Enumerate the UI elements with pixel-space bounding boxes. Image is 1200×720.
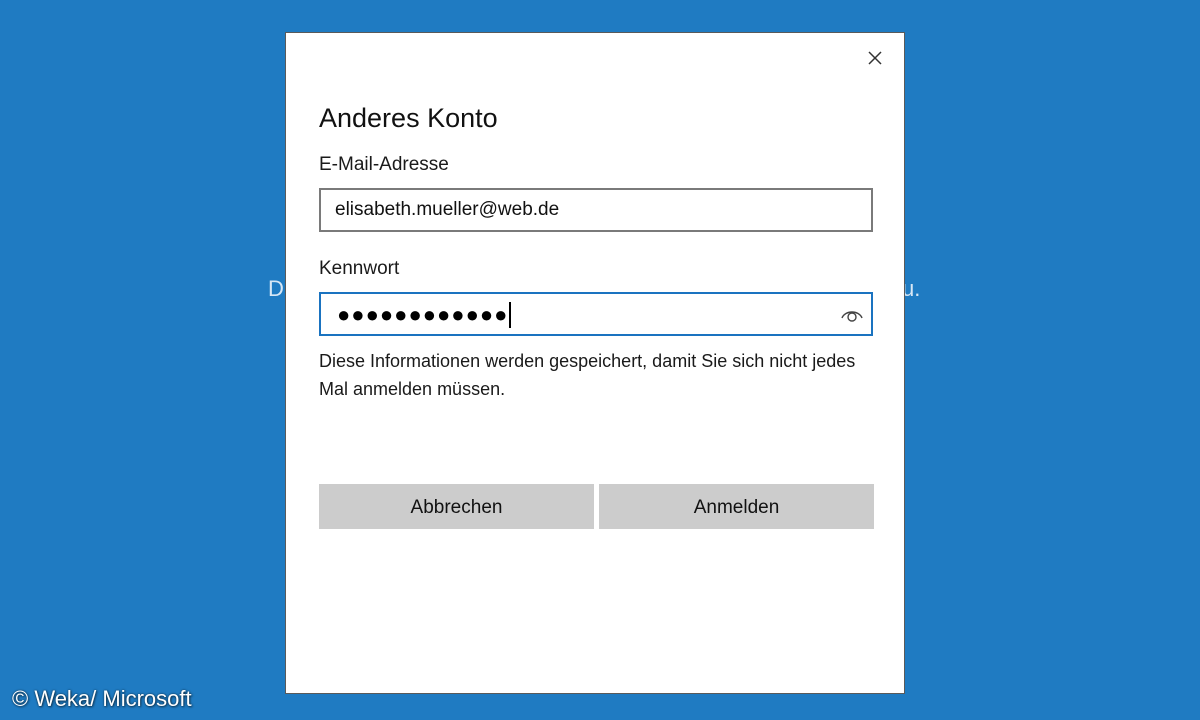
email-field[interactable] bbox=[319, 188, 873, 232]
email-label: E-Mail-Adresse bbox=[319, 154, 449, 175]
cancel-button[interactable]: Abbrechen bbox=[319, 484, 594, 529]
password-field[interactable]: ●●●●●●●●●●●● bbox=[319, 292, 873, 336]
text-caret bbox=[509, 302, 511, 328]
close-icon bbox=[868, 51, 882, 65]
account-dialog: Anderes Konto E-Mail-Adresse Kennwort ●●… bbox=[285, 32, 905, 694]
close-button[interactable] bbox=[860, 43, 890, 73]
info-text: Diese Informationen werden gespeichert, … bbox=[319, 351, 856, 399]
password-masked-value: ●●●●●●●●●●●● bbox=[337, 302, 511, 328]
password-dots: ●●●●●●●●●●●● bbox=[337, 302, 509, 327]
password-label: Kennwort bbox=[319, 258, 400, 279]
dialog-title: Anderes Konto bbox=[319, 103, 498, 133]
eye-icon bbox=[841, 311, 863, 322]
reveal-password-button[interactable] bbox=[839, 303, 865, 325]
watermark: © Weka/ Microsoft bbox=[12, 686, 192, 711]
login-button[interactable]: Anmelden bbox=[599, 484, 874, 529]
background-text-left: D bbox=[268, 276, 284, 301]
